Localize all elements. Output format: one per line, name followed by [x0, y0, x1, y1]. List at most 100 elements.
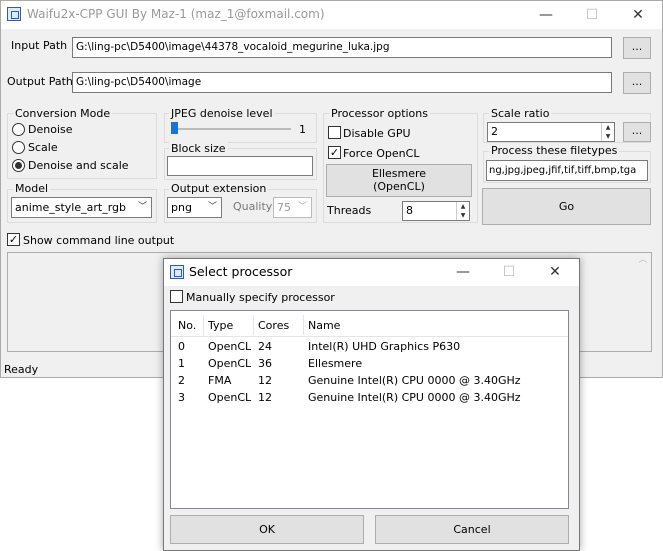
spin-arrows-icon[interactable]: ▲ ▼ — [456, 202, 469, 220]
cell-type: FMA — [208, 374, 232, 387]
cell-no: 1 — [178, 357, 185, 370]
output-path-field[interactable]: G:\ling-pc\D5400\image — [72, 72, 612, 93]
input-path-label: Input Path — [11, 39, 68, 52]
processor-button-line2: (OpenCL) — [373, 180, 425, 193]
scale-ratio-label: Scale ratio — [489, 107, 552, 120]
model-select[interactable]: anime_style_art_rgb ﹀ — [11, 197, 152, 218]
quality-select[interactable]: 75 ﹀ — [273, 197, 312, 218]
maximize-icon[interactable]: ☐ — [486, 259, 532, 286]
force-opencl-checkbox[interactable]: ✓ — [328, 146, 341, 159]
manual-processor-label: Manually specify processor — [186, 291, 335, 304]
model-label: Model — [13, 182, 51, 195]
processor-options-label: Processor options — [329, 107, 430, 120]
app-icon — [170, 265, 184, 279]
app-icon — [7, 7, 21, 21]
table-row[interactable]: 2 FMA 12 Genuine Intel(R) CPU 0000 @ 3.4… — [171, 373, 568, 390]
column-header-name[interactable]: Name — [308, 319, 340, 332]
spin-arrows-icon[interactable]: ▲ ▼ — [601, 123, 614, 141]
cell-no: 3 — [178, 391, 185, 404]
threads-value: 8 — [406, 204, 413, 217]
minimize-icon[interactable]: — — [440, 259, 486, 286]
table-row[interactable]: 3 OpenCL 12 Genuine Intel(R) CPU 0000 @ … — [171, 390, 568, 407]
status-text: Ready — [4, 363, 39, 376]
quality-label: Quality — [233, 200, 273, 213]
table-row[interactable]: 0 OpenCL 24 Intel(R) UHD Graphics P630 — [171, 339, 568, 356]
cell-cores: 12 — [258, 391, 272, 404]
filetypes-label: Process these filetypes — [489, 144, 620, 157]
minimize-icon[interactable]: — — [523, 1, 569, 29]
force-opencl-label: Force OpenCL — [343, 147, 420, 160]
cell-cores: 36 — [258, 357, 272, 370]
output-path-label: Output Path — [7, 75, 73, 88]
column-header-no[interactable]: No. — [178, 319, 196, 332]
scale-radio[interactable] — [12, 141, 25, 154]
column-divider — [253, 315, 254, 335]
scale-radio-label: Scale — [28, 141, 58, 154]
cancel-button[interactable]: Cancel — [375, 515, 569, 544]
title-bar: Waifu2x-CPP GUI By Maz-1 (maz_1@foxmail.… — [1, 1, 662, 29]
input-path-field[interactable]: G:\ling-pc\D5400\image\44378_vocaloid_me… — [72, 37, 612, 58]
column-divider — [203, 315, 204, 335]
scale-ratio-value: 2 — [491, 125, 498, 138]
output-extension-label: Output extension — [169, 182, 269, 195]
cell-no: 0 — [178, 340, 185, 353]
output-format-value: png — [171, 201, 192, 214]
show-cmd-label: Show command line output — [23, 234, 175, 247]
jpeg-denoise-label: JPEG denoise level — [169, 107, 275, 120]
chevron-down-icon: ﹀ — [137, 202, 147, 212]
column-header-cores[interactable]: Cores — [258, 319, 289, 332]
chevron-down-icon: ﹀ — [297, 202, 307, 212]
input-browse-button[interactable]: ... — [623, 37, 651, 59]
close-icon[interactable]: ✕ — [532, 259, 578, 286]
cell-type: OpenCL — [208, 340, 252, 353]
dialog-title: Select processor — [189, 264, 293, 279]
column-header-type[interactable]: Type — [208, 319, 233, 332]
cell-name: Intel(R) UHD Graphics P630 — [308, 340, 461, 353]
processor-list[interactable]: No. Type Cores Name 0 OpenCL 24 Intel(R)… — [170, 310, 569, 509]
cell-cores: 24 — [258, 340, 272, 353]
select-processor-button[interactable]: Ellesmere (OpenCL) — [326, 164, 472, 197]
denoise-and-scale-radio[interactable] — [12, 159, 25, 172]
filetypes-field[interactable]: ng,jpg,jpeg,jfif,tif,tiff,bmp,tga — [486, 160, 648, 181]
jpeg-denoise-slider-track — [173, 128, 291, 130]
select-processor-dialog: Select processor — ☐ ✕ Manually specify … — [163, 258, 580, 551]
close-icon[interactable]: ✕ — [615, 1, 661, 29]
scale-ratio-browse-button[interactable]: ... — [623, 122, 651, 142]
chevron-down-icon: ﹀ — [207, 202, 217, 212]
jpeg-denoise-value: 1 — [299, 123, 306, 136]
conversion-mode-label: Conversion Mode — [13, 107, 113, 120]
table-row[interactable]: 1 OpenCL 36 Ellesmere — [171, 356, 568, 373]
manual-processor-checkbox[interactable] — [170, 290, 183, 303]
model-select-value: anime_style_art_rgb — [15, 201, 126, 214]
threads-label: Threads — [327, 204, 372, 217]
output-format-select[interactable]: png ﹀ — [167, 197, 222, 218]
cell-name: Genuine Intel(R) CPU 0000 @ 3.40GHz — [308, 391, 521, 404]
denoise-radio-label: Denoise — [28, 123, 73, 136]
go-button[interactable]: Go — [482, 188, 651, 225]
show-cmd-checkbox[interactable]: ✓ — [7, 233, 20, 246]
cell-type: OpenCL — [208, 357, 252, 370]
denoise-radio[interactable] — [12, 123, 25, 136]
output-scrollbar[interactable]: ︿ — [635, 253, 651, 351]
scale-ratio-spinbox[interactable]: 2 ▲ ▼ — [487, 122, 615, 142]
disable-gpu-label: Disable GPU — [343, 127, 411, 140]
ok-button[interactable]: OK — [170, 515, 364, 544]
cell-name: Ellesmere — [308, 357, 363, 370]
cell-no: 2 — [178, 374, 185, 387]
denoise-and-scale-radio-label: Denoise and scale — [28, 159, 129, 172]
jpeg-denoise-slider-thumb[interactable] — [171, 122, 178, 134]
threads-spinbox[interactable]: 8 ▲ ▼ — [402, 201, 470, 221]
block-size-field[interactable] — [167, 156, 313, 176]
disable-gpu-checkbox[interactable] — [328, 126, 341, 139]
list-header: No. Type Cores Name — [171, 311, 568, 337]
cell-type: OpenCL — [208, 391, 252, 404]
cell-cores: 12 — [258, 374, 272, 387]
dialog-title-bar: Select processor — ☐ ✕ — [164, 259, 579, 286]
block-size-label: Block size — [169, 142, 228, 155]
output-browse-button[interactable]: ... — [623, 72, 651, 94]
quality-value: 75 — [277, 201, 291, 214]
window-title: Waifu2x-CPP GUI By Maz-1 (maz_1@foxmail.… — [27, 7, 325, 21]
maximize-icon[interactable]: ☐ — [569, 1, 615, 29]
column-divider — [303, 315, 304, 335]
cell-name: Genuine Intel(R) CPU 0000 @ 3.40GHz — [308, 374, 521, 387]
